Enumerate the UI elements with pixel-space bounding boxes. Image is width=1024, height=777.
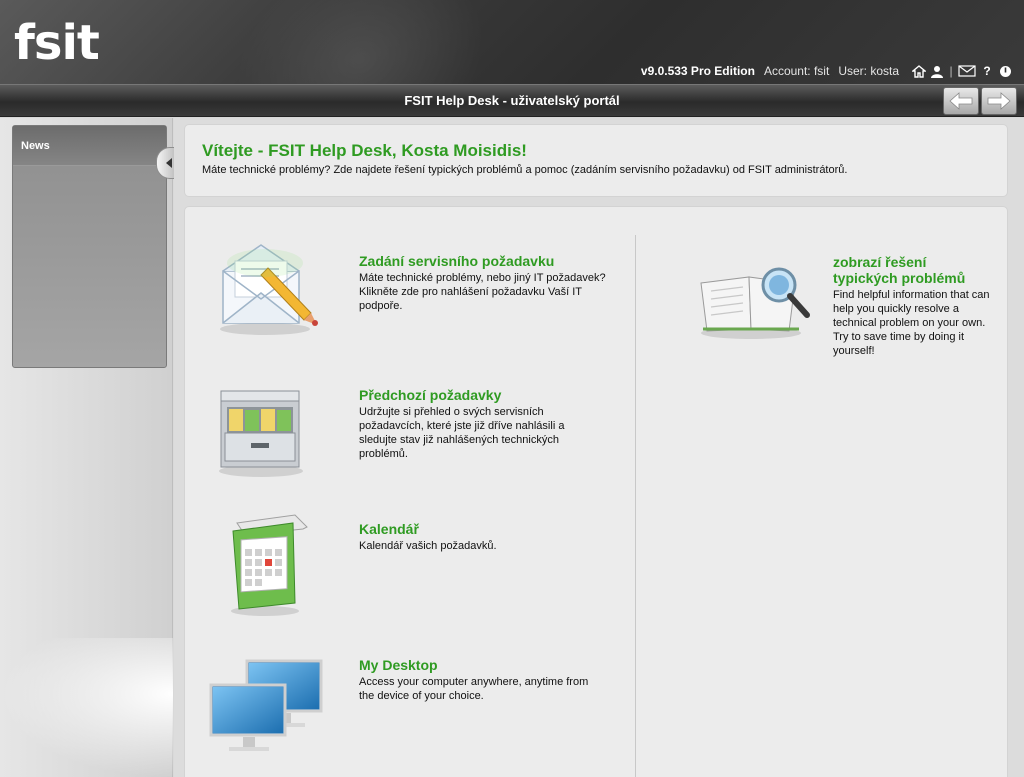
item-description: Access your computer anywhere, anytime f…	[359, 676, 589, 702]
sidebar: News	[0, 118, 173, 777]
back-arrow-icon	[949, 92, 973, 110]
item-title-line2[interactable]: typických problémů	[833, 270, 998, 286]
envelope-pencil-icon[interactable]	[213, 243, 323, 343]
item-title[interactable]: Kalendář	[359, 521, 609, 537]
new-service-request-link[interactable]: Zadání servisního požadavku Máte technic…	[359, 253, 619, 313]
portal-menu: Zadání servisního požadavku Máte technic…	[184, 206, 1008, 777]
title-bar: FSIT Help Desk - uživatelský portál	[0, 84, 1024, 117]
monitors-icon[interactable]	[209, 659, 324, 777]
chevron-left-icon	[165, 158, 172, 168]
fsit-logo[interactable]: fsit	[14, 18, 134, 68]
item-title[interactable]: My Desktop	[359, 657, 594, 673]
previous-requests-link[interactable]: Předchozí požadavky Udržujte si přehled …	[359, 387, 584, 461]
news-label: News	[21, 140, 50, 152]
header-decoration	[199, 0, 521, 84]
file-cabinet-icon[interactable]	[215, 385, 305, 485]
item-description: Udržujte si přehled o svých servisních p…	[359, 406, 565, 460]
news-panel: News	[12, 125, 167, 368]
item-title-line1[interactable]: zobrazí řešení	[833, 254, 998, 270]
item-description: Find helpful information that can help y…	[833, 289, 990, 357]
main-content: Vítejte - FSIT Help Desk, Kosta Moisidis…	[174, 118, 1024, 777]
logo-text: fsit	[14, 15, 100, 71]
forward-arrow-icon	[987, 92, 1011, 110]
column-divider	[635, 235, 636, 777]
item-description: Kalendář vašich požadavků.	[359, 540, 497, 552]
welcome-subtitle: Máte technické problémy? Zde najdete řeš…	[202, 164, 848, 176]
separator: |	[949, 64, 953, 78]
home-icon[interactable]	[912, 64, 926, 78]
collapse-sidebar-button[interactable]	[156, 147, 176, 179]
item-title[interactable]: Předchozí požadavky	[359, 387, 584, 403]
forward-button[interactable]	[981, 87, 1017, 115]
app-header: fsit v9.0.533 Pro Edition Account: fsit …	[0, 0, 1024, 84]
user-icon[interactable]	[930, 64, 944, 78]
item-title[interactable]: Zadání servisního požadavku	[359, 253, 619, 269]
welcome-title: Vítejte - FSIT Help Desk, Kosta Moisidis…	[202, 141, 527, 160]
power-icon[interactable]	[998, 64, 1012, 78]
sidebar-decoration	[0, 638, 173, 777]
back-button[interactable]	[943, 87, 979, 115]
welcome-panel: Vítejte - FSIT Help Desk, Kosta Moisidis…	[184, 124, 1008, 197]
page-title: FSIT Help Desk - uživatelský portál	[404, 93, 620, 108]
book-magnifier-icon[interactable]	[697, 263, 817, 348]
my-desktop-link[interactable]: My Desktop Access your computer anywhere…	[359, 657, 594, 703]
version-label: v9.0.533 Pro Edition	[640, 64, 755, 78]
calendar-link[interactable]: Kalendář Kalendář vašich požadavků.	[359, 521, 609, 553]
calendar-icon[interactable]	[225, 509, 315, 624]
knowledge-base-link[interactable]: zobrazí řešení typických problémů Find h…	[833, 254, 998, 358]
user-label: User: kosta	[838, 64, 899, 78]
account-label: Account: fsit	[763, 64, 830, 78]
item-description: Máte technické problémy, nebo jiný IT po…	[359, 272, 606, 312]
header-toolbar: v9.0.533 Pro Edition Account: fsit User:…	[641, 62, 1012, 80]
mail-icon[interactable]	[958, 64, 976, 78]
help-icon[interactable]: ?	[980, 64, 994, 78]
